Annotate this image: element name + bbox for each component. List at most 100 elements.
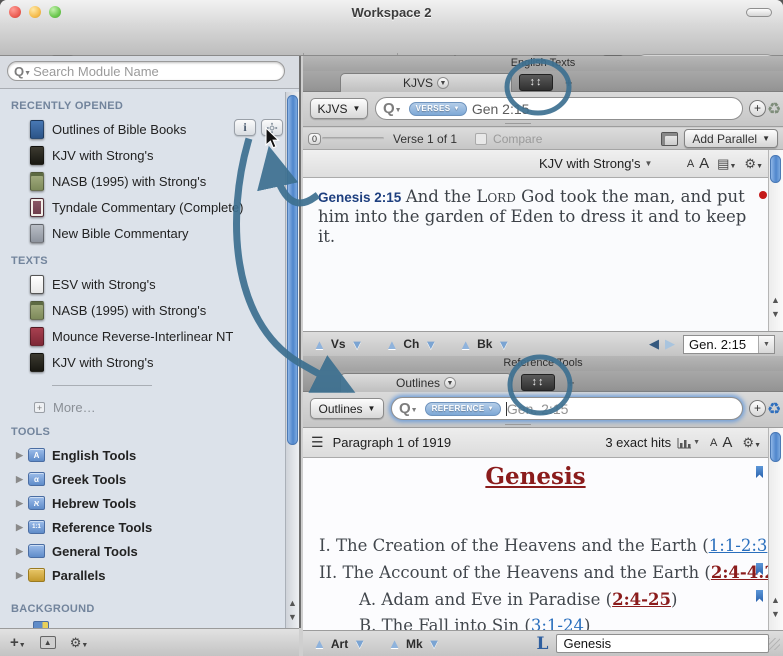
disclosure-triangle-icon[interactable]: ▶ <box>16 474 28 485</box>
chevron-down-icon: ▼ <box>368 404 376 413</box>
goto-verse-combo[interactable]: Gen. 2:15 ▼ <box>683 335 775 354</box>
module-selector-kjvs[interactable]: KJVS▼ <box>310 98 368 119</box>
sidebar-item-kjv-strongs-2[interactable]: KJV with Strong's <box>30 349 285 375</box>
book-down-button[interactable]: ▼ <box>497 337 510 352</box>
font-smaller-button[interactable]: A <box>710 437 717 449</box>
sidebar-item-mounce-interlinear[interactable]: Mounce Reverse-Interlinear NT <box>30 323 285 349</box>
sidebar-item-hebrew-tools[interactable]: ▶ א Hebrew Tools <box>16 490 276 516</box>
add-tab-button[interactable]: + <box>565 75 573 90</box>
image-view-button[interactable]: ▲ <box>40 636 56 649</box>
article-down-button[interactable]: ▼ <box>353 636 366 651</box>
sidebar-item-kjv-strongs[interactable]: KJV with Strong's <box>30 142 285 168</box>
chapter-up-button[interactable]: ▲ <box>385 337 398 352</box>
verse-reference[interactable]: Genesis 2:15 <box>318 190 401 205</box>
add-button[interactable]: +▼ <box>10 634 26 651</box>
hit-verse-link[interactable]: 2:4-25 <box>612 590 671 609</box>
sidebar-item-reference-tools[interactable]: ▶ 1:1 Reference Tools <box>16 514 276 540</box>
scrollbar-thumb[interactable] <box>287 95 298 445</box>
verse-slider[interactable] <box>322 137 384 140</box>
history-back-button[interactable]: ◀ <box>649 336 659 352</box>
scroll-down-arrow[interactable]: ▼ <box>769 608 782 621</box>
scroll-up-arrow[interactable]: ▲ <box>286 597 299 610</box>
atlas-icon-partial[interactable] <box>33 621 49 628</box>
disclosure-triangle-icon[interactable]: ▶ <box>16 546 28 557</box>
sidebar-item-esv-strongs[interactable]: ESV with Strong's <box>30 271 285 297</box>
book-up-button[interactable]: ▲ <box>459 337 472 352</box>
sidebar-item-general-tools[interactable]: ▶ General Tools <box>16 538 276 564</box>
article-up-button[interactable]: ▲ <box>313 636 326 651</box>
scrollbar-thumb[interactable] <box>770 432 781 462</box>
bottom-pane-scrollbar[interactable]: ▲ ▼ <box>768 428 783 630</box>
pane-resize-grip[interactable] <box>505 123 531 127</box>
sidebar-scrollbar[interactable]: ▲ ▼ <box>285 92 299 628</box>
add-tab-button[interactable]: + <box>567 375 575 390</box>
tie-panes-icon[interactable]: ↕↕ <box>521 374 555 391</box>
font-larger-button[interactable]: A <box>699 155 709 172</box>
refresh-recycle-icon[interactable]: ♻ <box>767 99 781 119</box>
compare-checkbox[interactable] <box>475 133 487 145</box>
add-search-button[interactable]: + <box>749 100 766 117</box>
mark-down-button[interactable]: ▼ <box>428 636 441 651</box>
scroll-down-arrow[interactable]: ▼ <box>286 611 299 624</box>
parallel-pane-icon[interactable] <box>661 132 678 146</box>
module-selector-outlines[interactable]: Outlines▼ <box>310 398 384 419</box>
scroll-down-arrow[interactable]: ▼ <box>769 308 782 321</box>
display-settings-icon[interactable]: ▤▼ <box>717 156 736 172</box>
verse-down-button[interactable]: ▼ <box>351 337 364 352</box>
add-search-button[interactable]: + <box>749 400 766 417</box>
tab-outlines[interactable]: Outlines ▼ <box>340 373 512 392</box>
tab-menu-chevron-icon[interactable]: ▼ <box>444 377 456 389</box>
book-icon <box>30 120 44 139</box>
text-column-header: KJV with Strong's ▼ A A ▤▼ ⚙▼ <box>303 150 783 178</box>
verse-link[interactable]: 1:1-2:3 <box>709 536 768 555</box>
gear-menu-icon[interactable]: ⚙▼ <box>742 435 761 451</box>
mark-up-button[interactable]: ▲ <box>388 636 401 651</box>
chevron-down-icon[interactable]: ▼ <box>758 336 774 353</box>
sidebar-item-english-tools[interactable]: ▶ A English Tools <box>16 442 276 468</box>
verse-search-field[interactable]: Q▼ VERSES▼ Gen 2:15 <box>375 97 743 120</box>
font-smaller-button[interactable]: A <box>687 158 694 170</box>
sidebar-item-tyndale-commentary[interactable]: Tyndale Commentary (Complete) <box>30 194 285 220</box>
reference-scope-pill[interactable]: REFERENCE▼ <box>425 402 501 416</box>
history-forward-button[interactable]: ▶ <box>665 336 675 352</box>
gear-menu-button[interactable]: ⚙▼ <box>70 635 89 651</box>
window-resize-grip[interactable] <box>769 638 780 650</box>
verses-scope-pill[interactable]: VERSES▼ <box>409 102 467 116</box>
info-button[interactable]: i <box>234 119 256 136</box>
scrollbar-thumb[interactable] <box>770 155 781 183</box>
toolbar-toggle-lozenge[interactable] <box>746 8 772 17</box>
module-search-field[interactable]: Q▼ Search Module Name <box>7 61 285 81</box>
gear-menu-icon[interactable]: ⚙▼ <box>744 156 763 172</box>
tab-kjvs[interactable]: KJVS ▼ <box>340 73 512 92</box>
column-title[interactable]: KJV with Strong's <box>539 156 640 171</box>
bookmark-icon[interactable] <box>756 590 763 602</box>
disclosure-triangle-icon[interactable]: ▶ <box>16 450 28 461</box>
tie-panes-icon[interactable]: ↕↕ <box>519 74 553 91</box>
tab-menu-chevron-icon[interactable]: ▼ <box>437 77 449 89</box>
add-parallel-button[interactable]: Add Parallel▼ <box>684 129 778 148</box>
disclosure-triangle-icon[interactable]: ▶ <box>16 570 28 581</box>
sidebar-item-nasb-strongs[interactable]: NASB (1995) with Strong's <box>30 168 285 194</box>
sidebar-item-new-bible-commentary[interactable]: New Bible Commentary <box>30 220 285 246</box>
reference-search-field[interactable]: Q▼ REFERENCE▼ Gen. 2:15 <box>391 397 743 420</box>
disclosure-triangle-icon[interactable]: ▶ <box>16 522 28 533</box>
outline-content-area[interactable]: Genesis I. The Creation of the Heavens a… <box>303 458 783 630</box>
scroll-up-arrow[interactable]: ▲ <box>769 294 782 307</box>
font-larger-button[interactable]: A <box>722 434 732 451</box>
sidebar-item-greek-tools[interactable]: ▶ α Greek Tools <box>16 466 276 492</box>
disclosure-triangle-icon[interactable]: ▶ <box>16 498 28 509</box>
more-button[interactable]: + More… <box>34 394 234 420</box>
slider-value-bubble[interactable]: 0 <box>308 133 321 145</box>
top-pane-scrollbar[interactable]: ▲ ▼ <box>768 150 783 331</box>
goto-article-field[interactable]: Genesis <box>556 634 769 653</box>
bible-text-area[interactable]: Genesis 2:15 And the Lord God took the m… <box>303 178 783 331</box>
browser-list-icon[interactable]: ☰ <box>311 434 324 451</box>
refresh-recycle-icon[interactable]: ♻ <box>767 399 781 419</box>
hits-graph-icon[interactable] <box>677 436 692 449</box>
chapter-down-button[interactable]: ▼ <box>424 337 437 352</box>
sidebar-item-nasb-strongs-2[interactable]: NASB (1995) with Strong's <box>30 297 285 323</box>
scroll-up-arrow[interactable]: ▲ <box>769 594 782 607</box>
verse-up-button[interactable]: ▲ <box>313 337 326 352</box>
amplify-module-button[interactable] <box>261 119 283 136</box>
sidebar-item-parallels[interactable]: ▶ Parallels <box>16 562 276 588</box>
